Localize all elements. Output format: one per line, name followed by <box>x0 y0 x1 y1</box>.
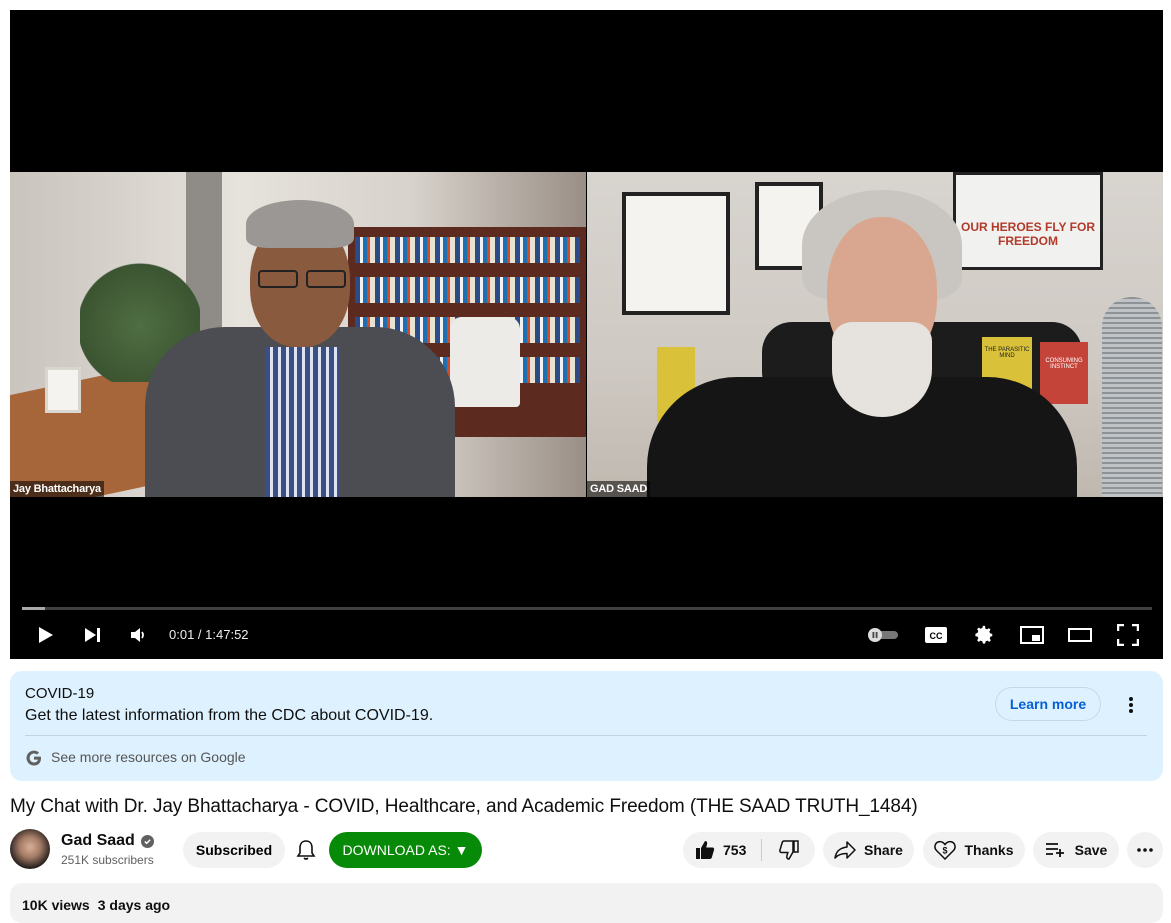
view-count: 10K views <box>22 897 90 913</box>
save-button[interactable]: Save <box>1033 832 1119 868</box>
more-horiz-icon <box>1137 848 1153 852</box>
office-chair <box>450 317 520 407</box>
framed-certificate <box>622 192 730 315</box>
volume-icon <box>131 628 144 642</box>
subscriber-count: 251K subscribers <box>61 853 154 867</box>
more-vert-icon <box>1129 697 1133 713</box>
glasses <box>258 270 298 288</box>
participant-feed-left: Jay Bhattacharya <box>10 172 586 497</box>
channel-name[interactable]: Gad Saad <box>61 832 135 850</box>
cc-icon: CC <box>925 627 947 643</box>
heart-dollar-icon: $ <box>934 840 957 860</box>
thanks-label: Thanks <box>964 842 1014 858</box>
fullscreen-button[interactable] <box>1115 622 1141 648</box>
microphone <box>1102 297 1162 497</box>
participant-name-label: GAD SAAD <box>587 481 651 497</box>
theater-mode-button[interactable] <box>1067 622 1093 648</box>
like-count: 753 <box>723 842 747 858</box>
poster: OUR HEROES FLY FOR FREEDOM <box>953 172 1103 270</box>
participant-name-label: Jay Bhattacharya <box>10 481 104 497</box>
channel-avatar[interactable] <box>10 829 50 869</box>
settings-button[interactable] <box>971 622 997 648</box>
glasses <box>306 270 346 288</box>
save-label: Save <box>1074 842 1108 858</box>
autoplay-toggle-icon <box>868 628 898 642</box>
next-button[interactable] <box>80 622 106 648</box>
video-player[interactable]: Jay Bhattacharya OUR HEROES FLY FOR FREE… <box>10 10 1163 659</box>
more-resources-link[interactable]: See more resources on Google <box>51 749 246 765</box>
download-button[interactable]: DOWNLOAD AS: ▼ <box>329 832 482 868</box>
divider <box>25 735 1147 736</box>
miniplayer-icon <box>1020 626 1044 644</box>
share-button[interactable]: Share <box>823 832 914 868</box>
notification-bell-button[interactable] <box>292 836 320 864</box>
total-time: 1:47:52 <box>205 627 249 642</box>
skip-next-icon <box>85 628 100 642</box>
playlist-add-icon <box>1045 843 1064 857</box>
checked-shirt <box>265 347 340 497</box>
gear-icon <box>975 625 993 644</box>
covid-panel-description: Get the latest information from the CDC … <box>25 707 434 724</box>
video-title: My Chat with Dr. Jay Bhattacharya - COVI… <box>10 796 918 817</box>
thumbs-down-icon <box>778 840 799 860</box>
subscribed-button[interactable]: Subscribed <box>183 832 285 868</box>
share-label: Share <box>864 842 903 858</box>
fullscreen-icon <box>1117 624 1139 646</box>
svg-text:CC: CC <box>930 631 943 641</box>
more-actions-button[interactable] <box>1127 832 1163 868</box>
panel-menu-button[interactable] <box>1121 693 1141 717</box>
theater-mode-icon <box>1068 628 1092 642</box>
miniplayer-button[interactable] <box>1019 622 1045 648</box>
upload-age: 3 days ago <box>97 897 171 913</box>
covid-info-panel: COVID-19 Get the latest information from… <box>10 671 1163 781</box>
play-button[interactable] <box>32 622 58 648</box>
description-box[interactable]: 10K views 3 days ago <box>10 883 1163 923</box>
thanks-button[interactable]: $ Thanks <box>923 832 1025 868</box>
progress-played <box>22 607 45 610</box>
share-icon <box>834 841 856 859</box>
time-display: 0:01 / 1:47:52 <box>169 627 249 642</box>
like-dislike-group: 753 <box>683 832 815 868</box>
book-consuming-instinct: CONSUMING INSTINCT <box>1040 342 1088 404</box>
covid-panel-title: COVID-19 <box>25 685 95 702</box>
book-row <box>355 277 580 303</box>
bell-icon <box>296 840 316 860</box>
channel-name-row[interactable]: Gad Saad <box>61 832 154 850</box>
google-g-icon <box>26 750 41 766</box>
hair <box>246 200 354 248</box>
thumbs-up-icon <box>696 841 715 859</box>
dislike-button[interactable] <box>762 840 815 860</box>
progress-bar[interactable] <box>22 607 1152 610</box>
beard <box>832 322 932 417</box>
autoplay-toggle[interactable] <box>865 622 901 648</box>
participant-feed-right: OUR HEROES FLY FOR FREEDOM THE PARASITIC… <box>587 172 1163 497</box>
svg-text:$: $ <box>943 846 948 856</box>
video-frame[interactable]: Jay Bhattacharya OUR HEROES FLY FOR FREE… <box>10 172 1163 497</box>
subtitles-button[interactable]: CC <box>923 622 949 648</box>
photo-frame <box>45 367 81 413</box>
play-icon <box>39 627 53 643</box>
verified-badge-icon <box>140 834 154 848</box>
current-time: 0:01 <box>169 627 195 642</box>
learn-more-button[interactable]: Learn more <box>995 687 1101 721</box>
like-button[interactable]: 753 <box>683 840 761 860</box>
book-row <box>355 237 580 263</box>
mute-button[interactable] <box>126 622 152 648</box>
description-meta: 10K views 3 days ago <box>22 897 178 913</box>
